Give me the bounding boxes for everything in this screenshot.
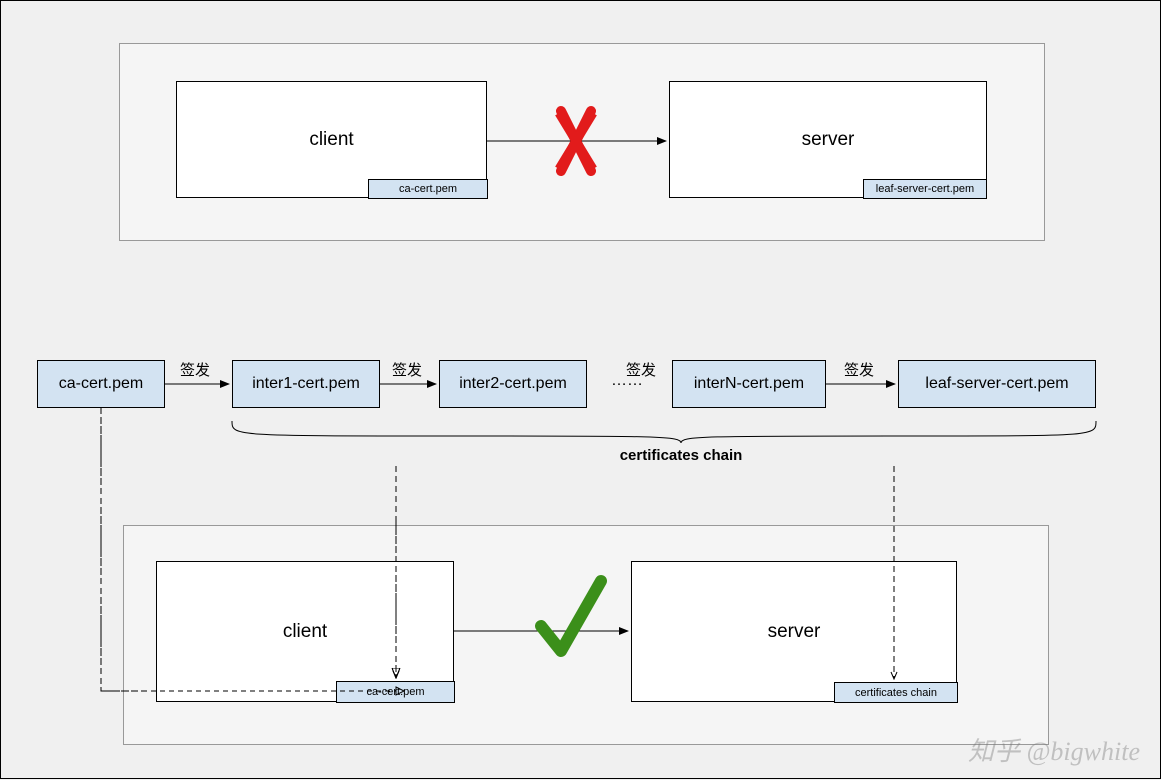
chain-interN-text: interN-cert.pem (694, 375, 804, 393)
chain-interN-box: interN-cert.pem (672, 360, 826, 408)
brace-label: certificates chain (591, 447, 771, 464)
arrow-label-3: 签发 (626, 359, 656, 380)
top-server-cert-tag: leaf-server-cert.pem (863, 179, 987, 199)
arrow-label-4: 签发 (844, 359, 874, 380)
chain-inter1-box: inter1-cert.pem (232, 360, 380, 408)
bottom-server-label: server (768, 621, 821, 643)
top-client-cert-text: ca-cert.pem (399, 183, 457, 195)
chain-leaf-box: leaf-server-cert.pem (898, 360, 1096, 408)
chain-ca-text: ca-cert.pem (59, 375, 143, 393)
arrow-label-1: 签发 (180, 359, 210, 380)
top-client-cert-tag: ca-cert.pem (368, 179, 488, 199)
bottom-server-cert-tag: certificates chain (834, 682, 958, 703)
top-server-cert-text: leaf-server-cert.pem (876, 183, 974, 195)
top-client-label: client (309, 129, 353, 151)
chain-inter2-text: inter2-cert.pem (459, 375, 567, 393)
chain-ca-box: ca-cert.pem (37, 360, 165, 408)
top-server-label: server (802, 129, 855, 151)
bottom-server-box: server (631, 561, 957, 702)
arrow-label-2: 签发 (392, 359, 422, 380)
bottom-client-cert-text: ca-cert.pem (366, 686, 424, 698)
bottom-client-label: client (283, 621, 327, 643)
watermark: 知乎 @bigwhite (968, 731, 1140, 768)
chain-leaf-text: leaf-server-cert.pem (925, 375, 1068, 393)
bottom-client-cert-tag: ca-cert.pem (336, 681, 455, 703)
chain-inter1-text: inter1-cert.pem (252, 375, 360, 393)
brace-icon (232, 421, 1096, 443)
chain-inter2-box: inter2-cert.pem (439, 360, 587, 408)
bottom-server-cert-text: certificates chain (855, 687, 937, 699)
